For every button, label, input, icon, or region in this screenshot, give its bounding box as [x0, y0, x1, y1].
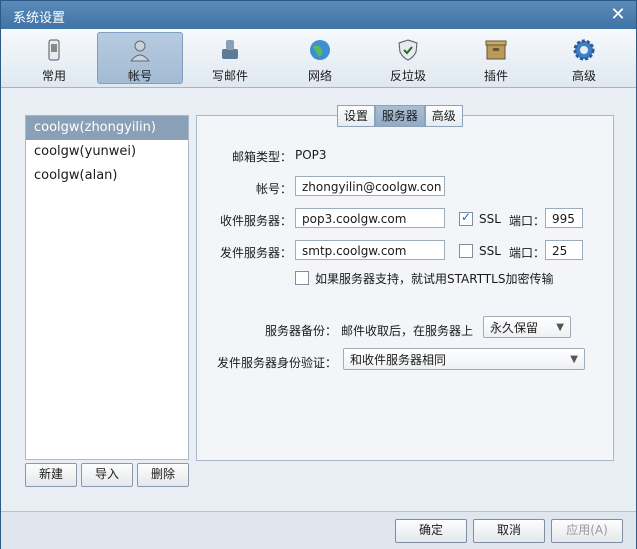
- toolbar-label: 插件: [483, 69, 508, 83]
- account-settings-content: coolgw(zhongyilin) coolgw(yunwei) coolgw…: [7, 93, 630, 507]
- incoming-server-field[interactable]: pop3.coolgw.com: [295, 208, 445, 228]
- server-settings-panel: 邮箱类型： POP3 帐号： zhongyilin@coolgw.con 收件服…: [196, 115, 614, 461]
- outgoing-ssl-checkbox[interactable]: [459, 244, 473, 258]
- tab-advanced[interactable]: 高级: [424, 105, 463, 127]
- toolbar-label: 网络: [307, 69, 332, 83]
- title-bar: 系统设置 ✕: [1, 1, 636, 29]
- account-field[interactable]: zhongyilin@coolgw.con: [295, 176, 445, 196]
- tab-server[interactable]: 服务器: [374, 105, 425, 127]
- globe-icon: [310, 40, 330, 60]
- incoming-port-field[interactable]: 995: [545, 208, 583, 228]
- toolbar-label: 反垃圾: [389, 69, 426, 83]
- outgoing-server-field[interactable]: smtp.coolgw.com: [295, 240, 445, 260]
- mailbox-type-value: POP3: [295, 148, 327, 162]
- account-label: 帐号：: [255, 182, 292, 196]
- cancel-button[interactable]: 取消: [473, 519, 545, 543]
- list-item[interactable]: coolgw(zhongyilin): [26, 116, 188, 140]
- plugin-icon: [485, 40, 507, 60]
- server-backup-select[interactable]: 永久保留 ▼: [483, 316, 571, 338]
- incoming-ssl-label: SSL: [479, 212, 501, 226]
- toolbar-item-general[interactable]: 常用: [11, 32, 97, 84]
- toolbar-item-network[interactable]: 网络: [277, 32, 363, 84]
- delete-account-button[interactable]: 删除: [137, 463, 189, 487]
- starttls-checkbox[interactable]: [295, 271, 309, 285]
- import-account-button[interactable]: 导入: [81, 463, 133, 487]
- close-button[interactable]: ✕: [608, 5, 628, 25]
- outgoing-port-field[interactable]: 25: [545, 240, 583, 260]
- list-item[interactable]: coolgw(alan): [26, 164, 188, 188]
- new-account-button[interactable]: 新建: [25, 463, 77, 487]
- incoming-port-label: 端口：: [509, 214, 546, 228]
- chevron-down-icon: ▼: [570, 354, 578, 365]
- incoming-ssl-checkbox[interactable]: [459, 210, 473, 226]
- account-list[interactable]: coolgw(zhongyilin) coolgw(yunwei) coolgw…: [25, 115, 189, 460]
- toolbar-item-account[interactable]: 帐号: [97, 32, 183, 84]
- smtp-auth-select[interactable]: 和收件服务器相同 ▼: [343, 348, 585, 370]
- outgoing-port-label: 端口：: [509, 246, 546, 260]
- toolbar-item-plugins[interactable]: 插件: [453, 32, 539, 84]
- server-backup-desc: 邮件收取后，在服务器上: [341, 324, 474, 338]
- mailbox-type-label: 邮箱类型：: [231, 150, 292, 164]
- settings-window: 系统设置 ✕ 常用 帐号 写邮件 网络 反垃圾 插件 高级 coolgw(zho…: [0, 0, 637, 549]
- toolbar-item-antispam[interactable]: 反垃圾: [365, 32, 451, 84]
- mail-write-icon: [222, 40, 238, 59]
- server-backup-value: 永久保留: [490, 321, 539, 335]
- outgoing-ssl-label: SSL: [479, 244, 501, 258]
- ok-button[interactable]: 确定: [395, 519, 467, 543]
- shield-icon: [398, 39, 418, 61]
- smtp-auth-label: 发件服务器身份验证：: [216, 356, 337, 370]
- chevron-down-icon: ▼: [556, 322, 564, 333]
- toolbar-item-advanced[interactable]: 高级: [541, 32, 627, 84]
- toolbar-label: 高级: [571, 69, 596, 83]
- starttls-label: 如果服务器支持，就试用STARTTLS加密传输: [315, 272, 554, 286]
- outgoing-server-label: 发件服务器：: [219, 246, 292, 260]
- category-toolbar: 常用 帐号 写邮件 网络 反垃圾 插件 高级: [1, 29, 636, 88]
- toolbar-item-compose[interactable]: 写邮件: [187, 32, 273, 84]
- gear-icon: [573, 39, 595, 61]
- device-icon: [48, 39, 60, 61]
- smtp-auth-value: 和收件服务器相同: [350, 353, 447, 367]
- server-backup-label: 服务器备份：: [264, 324, 337, 338]
- toolbar-label: 常用: [41, 69, 66, 83]
- incoming-server-label: 收件服务器：: [219, 214, 292, 228]
- tab-settings[interactable]: 设置: [337, 105, 376, 127]
- user-icon: [129, 40, 151, 62]
- toolbar-label: 写邮件: [211, 69, 248, 83]
- dialog-footer: 确定 取消 应用(A): [1, 511, 636, 549]
- apply-button[interactable]: 应用(A): [551, 519, 623, 543]
- toolbar-label: 帐号: [127, 69, 152, 83]
- settings-tabs: 设置 服务器 高级: [337, 105, 463, 127]
- window-title: 系统设置: [13, 11, 66, 26]
- list-item[interactable]: coolgw(yunwei): [26, 140, 188, 164]
